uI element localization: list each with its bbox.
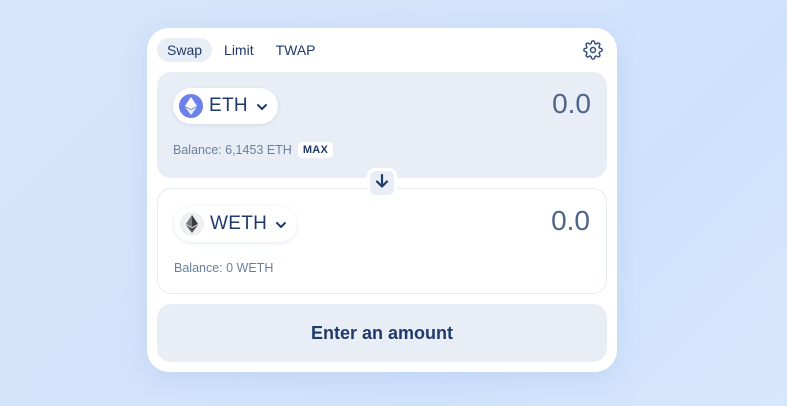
to-token-panel: WETH 0.0 Balance: 0 WETH [157, 188, 607, 294]
ethereum-icon [179, 94, 203, 118]
from-balance-label: Balance: 6,1453 ETH [173, 143, 292, 157]
tab-limit[interactable]: Limit [214, 38, 264, 62]
gear-icon[interactable] [583, 40, 603, 60]
switch-tokens-button[interactable] [367, 168, 397, 198]
chevron-down-icon [275, 218, 287, 230]
swap-card: Swap Limit TWAP ETH 0.0 Balance: 6,1453 … [147, 28, 617, 372]
arrow-down-icon [374, 173, 390, 194]
swap-tabs: Swap Limit TWAP [157, 38, 326, 62]
from-token-symbol: ETH [209, 95, 248, 116]
max-button[interactable]: MAX [297, 142, 334, 158]
weth-icon [180, 212, 204, 236]
to-balance: Balance: 0 WETH [174, 261, 273, 275]
from-amount-input[interactable]: 0.0 [552, 88, 591, 120]
from-token-panel: ETH 0.0 Balance: 6,1453 ETH MAX [157, 72, 607, 178]
from-balance: Balance: 6,1453 ETH MAX [173, 142, 334, 158]
to-balance-label: Balance: 0 WETH [174, 261, 274, 275]
tab-swap[interactable]: Swap [157, 38, 213, 62]
enter-amount-button[interactable]: Enter an amount [157, 304, 607, 362]
from-token-selector[interactable]: ETH [173, 88, 278, 124]
tab-twap[interactable]: TWAP [266, 38, 326, 62]
to-amount-input[interactable]: 0.0 [551, 205, 590, 237]
chevron-down-icon [256, 100, 268, 112]
to-token-symbol: WETH [210, 213, 268, 234]
to-token-selector[interactable]: WETH [174, 206, 298, 242]
